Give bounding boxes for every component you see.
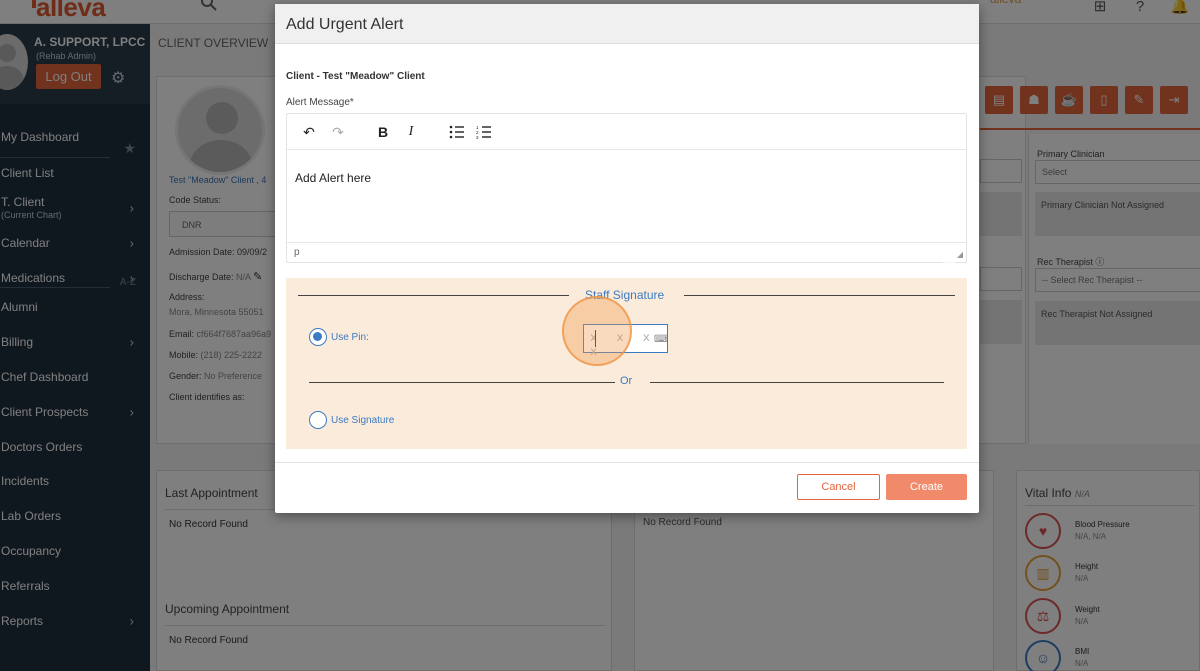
divider [309, 382, 615, 383]
staff-signature-section: Staff Signature Use Pin: x x x x ⌨ Or Us… [286, 278, 967, 449]
bold-icon[interactable]: B [373, 122, 393, 142]
text-cursor [595, 330, 596, 347]
or-label: Or [620, 375, 633, 387]
element-path: p [294, 247, 300, 258]
keyboard-icon[interactable]: ⌨ [654, 334, 668, 345]
add-urgent-alert-modal: Add Urgent Alert Client - Test "Meadow" … [275, 4, 979, 513]
resize-handle-icon[interactable]: ◢ [957, 250, 963, 259]
use-signature-radio[interactable] [309, 411, 327, 429]
modal-footer-divider [275, 462, 979, 463]
svg-text:3: 3 [476, 135, 479, 139]
editor-content[interactable]: Add Alert here [295, 171, 371, 185]
numbered-list-icon[interactable]: 123 [474, 122, 494, 142]
use-pin-label: Use Pin: [331, 331, 369, 343]
alert-message-label: Alert Message* [286, 97, 354, 108]
divider [298, 295, 569, 296]
editor-toolbar: ↶ ↷ B I 123 [287, 114, 966, 150]
divider [684, 295, 955, 296]
bullet-list-icon[interactable] [447, 122, 467, 142]
create-button[interactable]: Create [886, 474, 967, 500]
client-line: Client - Test "Meadow" Client [286, 71, 425, 82]
undo-icon[interactable]: ↶ [299, 122, 319, 142]
modal-header: Add Urgent Alert [275, 4, 979, 44]
staff-signature-title: Staff Signature [585, 288, 665, 302]
divider [650, 382, 944, 383]
use-pin-option[interactable]: Use Pin: [309, 328, 369, 346]
use-signature-label: Use Signature [331, 414, 395, 426]
use-pin-radio[interactable] [309, 328, 327, 346]
modal-title: Add Urgent Alert [286, 16, 404, 33]
cancel-button[interactable]: Cancel [797, 474, 880, 500]
alert-message-editor[interactable]: ↶ ↷ B I 123 Add Alert here p ◢ [286, 113, 967, 263]
redo-icon[interactable]: ↷ [328, 122, 348, 142]
italic-icon[interactable]: I [401, 122, 421, 142]
editor-statusbar: p ◢ [287, 242, 966, 262]
use-signature-option[interactable]: Use Signature [309, 411, 394, 429]
